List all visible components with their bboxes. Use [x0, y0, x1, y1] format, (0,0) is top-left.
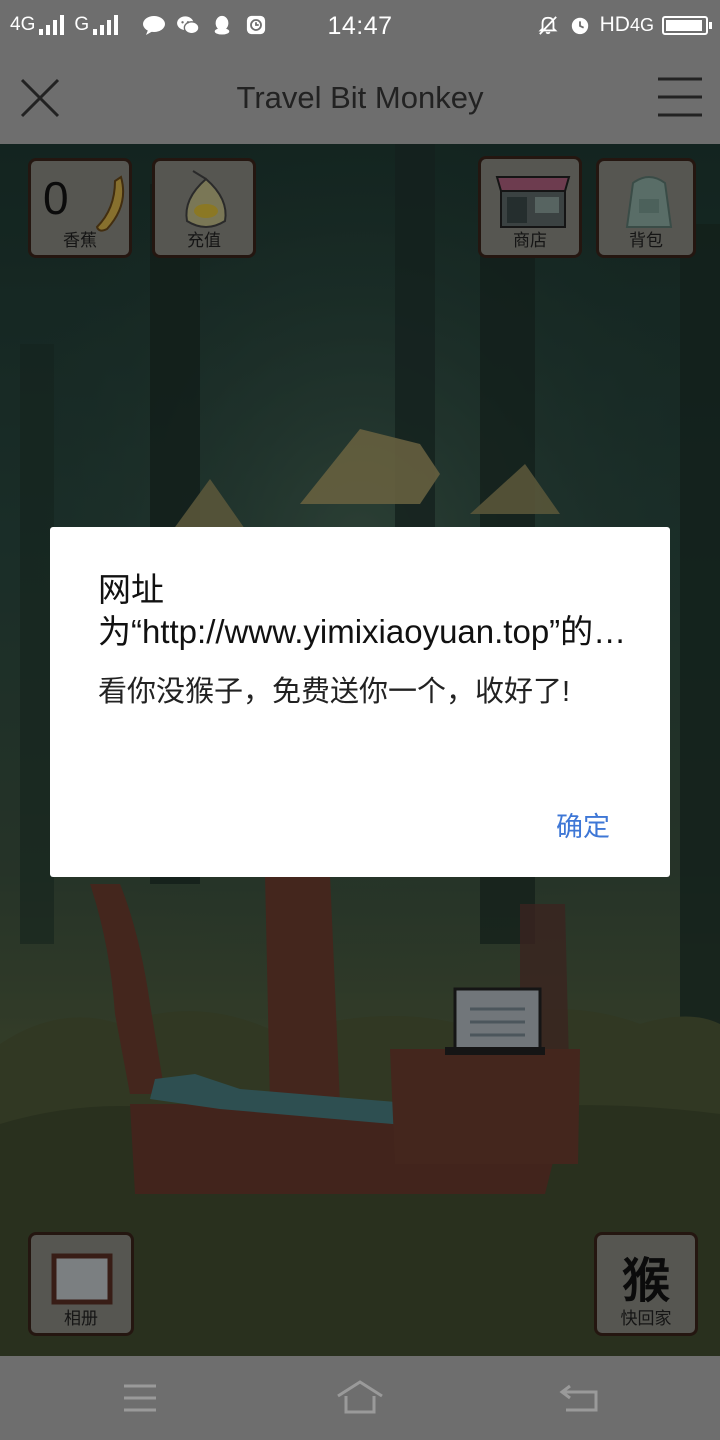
banana-counter[interactable]: 0 香蕉: [28, 158, 132, 258]
nav-bar: Travel Bit Monkey: [0, 50, 720, 144]
back-icon[interactable]: [558, 1378, 602, 1418]
recharge-label: 充值: [187, 231, 221, 251]
banana-icon: [95, 175, 125, 232]
network-label-3: 4G: [629, 14, 654, 35]
dialog-title: 网址为“http://www.yimixiaoyuan.top”的…: [98, 571, 627, 650]
hd-label: HD: [599, 13, 630, 36]
shop-button[interactable]: 商店: [478, 156, 582, 258]
shop-icon: [495, 176, 571, 228]
menu-icon[interactable]: [658, 76, 702, 118]
backpack-label: 背包: [629, 231, 663, 251]
recharge-button[interactable]: 充值: [152, 158, 256, 258]
status-bar: 4G G 14:47 HD 4G: [0, 0, 720, 50]
battery-icon: [662, 15, 712, 35]
album-label: 相册: [64, 1309, 98, 1329]
backpack-button[interactable]: 背包: [596, 158, 696, 258]
alarm-icon: [571, 17, 588, 35]
mute-icon: [538, 16, 558, 35]
system-navigation-bar: [0, 1356, 720, 1440]
status-right: HD 4G: [536, 10, 712, 40]
confirm-button[interactable]: 确定: [556, 805, 610, 844]
dialog-message: 看你没猴子，免费送你一个，收好了!: [98, 676, 571, 708]
home-icon[interactable]: [336, 1378, 384, 1418]
banana-count: 0: [43, 172, 69, 224]
shop-label: 商店: [513, 231, 547, 251]
banana-label: 香蕉: [63, 231, 97, 251]
battery-level: [666, 19, 703, 31]
backpack-icon: [625, 176, 673, 228]
page-title: Travel Bit Monkey: [236, 80, 484, 115]
alert-dialog: 网址为“http://www.yimixiaoyuan.top”的… 看你没猴子…: [50, 527, 670, 877]
go-home-label: 快回家: [620, 1309, 672, 1329]
album-button[interactable]: 相册: [28, 1232, 134, 1336]
menu-icon[interactable]: [118, 1378, 162, 1418]
photo-frame-icon: [51, 1253, 113, 1305]
go-home-button[interactable]: 猴 快回家: [594, 1232, 698, 1336]
monkey-char: 猴: [621, 1253, 670, 1309]
